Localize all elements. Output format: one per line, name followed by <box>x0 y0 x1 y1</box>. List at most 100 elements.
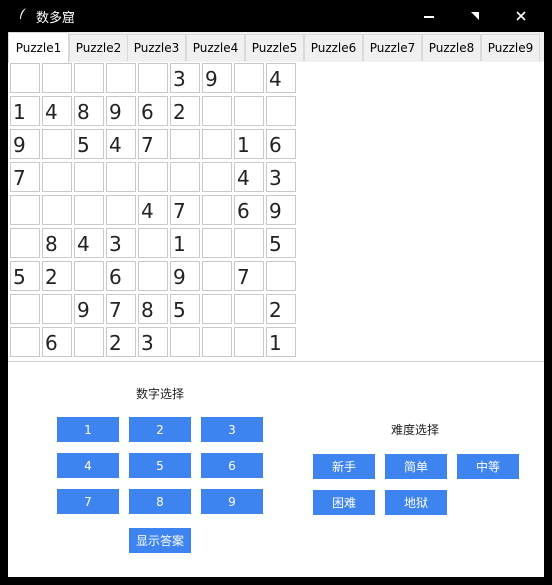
number-button-1[interactable]: 1 <box>57 417 119 442</box>
sudoku-cell[interactable]: 9 <box>106 96 136 126</box>
sudoku-cell[interactable]: 4 <box>138 195 168 225</box>
sudoku-cell[interactable]: 7 <box>234 261 264 291</box>
sudoku-cell[interactable] <box>106 63 136 93</box>
tab-puzzle5[interactable]: Puzzle5 <box>245 34 304 61</box>
sudoku-cell[interactable]: 4 <box>266 63 296 93</box>
sudoku-cell[interactable] <box>106 162 136 192</box>
sudoku-cell[interactable]: 8 <box>74 96 104 126</box>
sudoku-cell[interactable]: 6 <box>106 261 136 291</box>
sudoku-cell[interactable] <box>10 228 40 258</box>
sudoku-cell[interactable]: 1 <box>266 327 296 357</box>
sudoku-cell[interactable] <box>74 162 104 192</box>
sudoku-cell[interactable] <box>74 261 104 291</box>
sudoku-cell[interactable] <box>266 96 296 126</box>
sudoku-cell[interactable]: 8 <box>138 294 168 324</box>
tab-puzzle8[interactable]: Puzzle8 <box>422 34 481 61</box>
sudoku-cell[interactable]: 6 <box>42 327 72 357</box>
sudoku-cell[interactable] <box>202 96 232 126</box>
show-answer-button[interactable]: 显示答案 <box>129 528 191 553</box>
number-button-9[interactable]: 9 <box>201 489 263 514</box>
sudoku-cell[interactable]: 5 <box>170 294 200 324</box>
sudoku-cell[interactable] <box>202 294 232 324</box>
sudoku-cell[interactable] <box>138 261 168 291</box>
sudoku-cell[interactable]: 4 <box>74 228 104 258</box>
minimize-button[interactable] <box>406 0 452 32</box>
tab-puzzle1[interactable]: Puzzle1 <box>8 32 69 63</box>
sudoku-cell[interactable] <box>106 195 136 225</box>
sudoku-cell[interactable] <box>170 327 200 357</box>
sudoku-cell[interactable]: 1 <box>10 96 40 126</box>
close-button[interactable] <box>498 0 544 32</box>
sudoku-cell[interactable]: 4 <box>106 129 136 159</box>
sudoku-cell[interactable] <box>138 63 168 93</box>
sudoku-cell[interactable] <box>202 195 232 225</box>
sudoku-cell[interactable]: 1 <box>234 129 264 159</box>
sudoku-cell[interactable]: 3 <box>170 63 200 93</box>
sudoku-cell[interactable] <box>42 63 72 93</box>
sudoku-cell[interactable]: 3 <box>106 228 136 258</box>
sudoku-cell[interactable]: 9 <box>202 63 232 93</box>
number-button-7[interactable]: 7 <box>57 489 119 514</box>
tab-puzzle7[interactable]: Puzzle7 <box>363 34 422 61</box>
difficulty-button-medium[interactable]: 中等 <box>457 454 519 479</box>
sudoku-cell[interactable]: 3 <box>266 162 296 192</box>
sudoku-cell[interactable]: 7 <box>170 195 200 225</box>
sudoku-cell[interactable] <box>74 63 104 93</box>
difficulty-button-easy[interactable]: 简单 <box>385 454 447 479</box>
number-button-2[interactable]: 2 <box>129 417 191 442</box>
number-button-5[interactable]: 5 <box>129 453 191 478</box>
sudoku-cell[interactable] <box>170 162 200 192</box>
sudoku-cell[interactable] <box>202 261 232 291</box>
sudoku-cell[interactable] <box>138 162 168 192</box>
number-button-8[interactable]: 8 <box>129 489 191 514</box>
sudoku-cell[interactable]: 5 <box>266 228 296 258</box>
sudoku-cell[interactable]: 6 <box>138 96 168 126</box>
sudoku-cell[interactable] <box>74 327 104 357</box>
tab-puzzle2[interactable]: Puzzle2 <box>69 34 128 61</box>
sudoku-cell[interactable]: 4 <box>234 162 264 192</box>
sudoku-cell[interactable]: 2 <box>106 327 136 357</box>
sudoku-cell[interactable]: 8 <box>42 228 72 258</box>
sudoku-cell[interactable] <box>202 129 232 159</box>
sudoku-cell[interactable]: 5 <box>10 261 40 291</box>
sudoku-cell[interactable] <box>42 294 72 324</box>
maximize-button[interactable] <box>452 0 498 32</box>
sudoku-cell[interactable] <box>42 195 72 225</box>
sudoku-cell[interactable]: 9 <box>266 195 296 225</box>
number-button-4[interactable]: 4 <box>57 453 119 478</box>
sudoku-cell[interactable] <box>234 228 264 258</box>
difficulty-button-hard[interactable]: 困难 <box>313 490 375 515</box>
sudoku-cell[interactable] <box>10 195 40 225</box>
difficulty-button-novice[interactable]: 新手 <box>313 454 375 479</box>
sudoku-cell[interactable]: 2 <box>42 261 72 291</box>
difficulty-button-hell[interactable]: 地狱 <box>385 490 447 515</box>
sudoku-cell[interactable]: 9 <box>170 261 200 291</box>
tab-puzzle6[interactable]: Puzzle6 <box>304 34 363 61</box>
sudoku-cell[interactable]: 5 <box>74 129 104 159</box>
sudoku-cell[interactable] <box>138 228 168 258</box>
number-button-6[interactable]: 6 <box>201 453 263 478</box>
sudoku-cell[interactable] <box>202 327 232 357</box>
sudoku-cell[interactable]: 6 <box>266 129 296 159</box>
sudoku-cell[interactable]: 4 <box>42 96 72 126</box>
sudoku-cell[interactable] <box>170 129 200 159</box>
sudoku-cell[interactable] <box>10 294 40 324</box>
sudoku-cell[interactable] <box>42 129 72 159</box>
sudoku-cell[interactable] <box>234 327 264 357</box>
sudoku-cell[interactable] <box>234 294 264 324</box>
sudoku-cell[interactable]: 2 <box>266 294 296 324</box>
sudoku-cell[interactable] <box>74 195 104 225</box>
sudoku-cell[interactable]: 3 <box>138 327 168 357</box>
sudoku-cell[interactable] <box>10 63 40 93</box>
tab-puzzle3[interactable]: Puzzle3 <box>127 34 186 61</box>
number-button-3[interactable]: 3 <box>201 417 263 442</box>
sudoku-cell[interactable]: 7 <box>106 294 136 324</box>
tab-puzzle9[interactable]: Puzzle9 <box>481 34 540 61</box>
tab-puzzle4[interactable]: Puzzle4 <box>186 34 245 61</box>
sudoku-cell[interactable] <box>10 327 40 357</box>
sudoku-cell[interactable] <box>234 63 264 93</box>
sudoku-cell[interactable] <box>42 162 72 192</box>
sudoku-cell[interactable] <box>202 162 232 192</box>
sudoku-cell[interactable]: 2 <box>170 96 200 126</box>
sudoku-cell[interactable] <box>202 228 232 258</box>
